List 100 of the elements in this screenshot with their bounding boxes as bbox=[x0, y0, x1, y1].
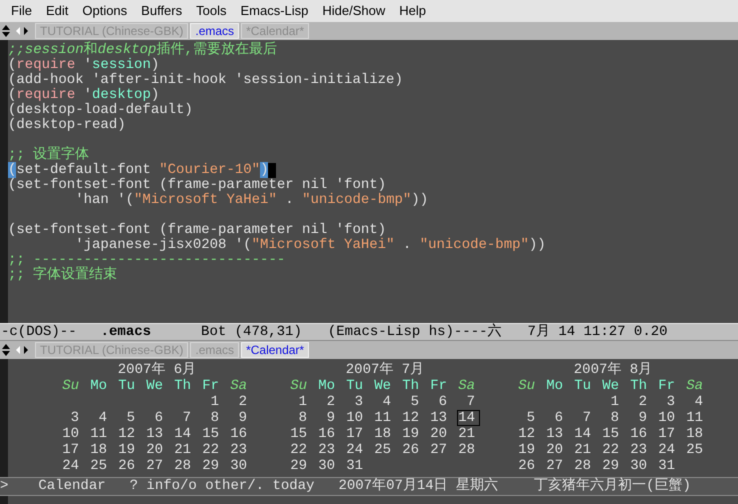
calendar-day[interactable]: 19 bbox=[402, 427, 423, 441]
calendar-day[interactable]: 17 bbox=[658, 427, 679, 441]
calendar-day[interactable]: 28 bbox=[174, 459, 195, 473]
calendar-day[interactable]: 27 bbox=[146, 459, 167, 473]
calendar-day[interactable]: 12 bbox=[118, 427, 139, 441]
calendar-day[interactable]: 2 bbox=[326, 395, 339, 409]
calendar-day[interactable]: 23 bbox=[230, 443, 251, 457]
calendar-day[interactable]: 5 bbox=[410, 395, 423, 409]
calendar-day[interactable]: 4 bbox=[694, 395, 707, 409]
calendar-day[interactable]: 25 bbox=[686, 443, 707, 457]
calendar-day[interactable]: 27 bbox=[430, 443, 451, 457]
calendar-day[interactable]: 11 bbox=[90, 427, 111, 441]
calendar-day[interactable]: 19 bbox=[118, 443, 139, 457]
calendar-day[interactable]: 1 bbox=[610, 395, 623, 409]
calendar-day[interactable]: 12 bbox=[402, 411, 423, 425]
calendar-day[interactable]: 21 bbox=[174, 443, 195, 457]
calendar-day[interactable]: 20 bbox=[430, 427, 451, 441]
calendar-day[interactable]: 17 bbox=[62, 443, 83, 457]
calendar-day[interactable]: 17 bbox=[346, 427, 367, 441]
calendar-day[interactable]: 25 bbox=[374, 443, 395, 457]
calendar-day[interactable]: 4 bbox=[382, 395, 395, 409]
calendar-day[interactable]: 3 bbox=[70, 411, 83, 425]
calendar-day[interactable]: 7 bbox=[182, 411, 195, 425]
calendar-day[interactable]: 30 bbox=[630, 459, 651, 473]
calendar-day[interactable]: 25 bbox=[90, 459, 111, 473]
calendar-day[interactable]: 2 bbox=[638, 395, 651, 409]
calendar-day[interactable]: 21 bbox=[458, 427, 479, 441]
calendar-day[interactable]: 3 bbox=[666, 395, 679, 409]
calendar-day[interactable]: 29 bbox=[202, 459, 223, 473]
calendar-day[interactable]: 16 bbox=[630, 427, 651, 441]
calendar-day[interactable]: 13 bbox=[546, 427, 567, 441]
calendar-day[interactable]: 26 bbox=[402, 443, 423, 457]
calendar-day[interactable]: 10 bbox=[346, 411, 367, 425]
menu-item[interactable]: Emacs-Lisp bbox=[233, 1, 316, 21]
calendar-day[interactable]: 18 bbox=[686, 427, 707, 441]
calendar-day[interactable]: 20 bbox=[546, 443, 567, 457]
calendar-day[interactable]: 8 bbox=[298, 411, 311, 425]
calendar-day[interactable]: 22 bbox=[290, 443, 311, 457]
calendar-day[interactable]: 13 bbox=[146, 427, 167, 441]
menu-item[interactable]: File bbox=[4, 1, 39, 21]
calendar-day[interactable]: 29 bbox=[602, 459, 623, 473]
calendar-day[interactable]: 9 bbox=[326, 411, 339, 425]
calendar-day[interactable]: 23 bbox=[318, 443, 339, 457]
calendar-day[interactable]: 11 bbox=[374, 411, 395, 425]
calendar-day[interactable]: 26 bbox=[118, 459, 139, 473]
menu-item[interactable]: Tools bbox=[189, 1, 234, 21]
calendar-day[interactable]: 2 bbox=[238, 395, 251, 409]
calendar-day[interactable]: 14 bbox=[458, 411, 479, 425]
calendar-day[interactable]: 31 bbox=[346, 459, 367, 473]
menu-item[interactable]: Edit bbox=[38, 1, 76, 21]
buffer-tab[interactable]: .emacs bbox=[190, 23, 240, 39]
calendar-day[interactable]: 26 bbox=[518, 459, 539, 473]
calendar-day[interactable]: 5 bbox=[526, 411, 539, 425]
calendar-day[interactable]: 29 bbox=[290, 459, 311, 473]
calendar-day[interactable]: 8 bbox=[610, 411, 623, 425]
calendar-day[interactable]: 8 bbox=[210, 411, 223, 425]
calendar-day[interactable]: 7 bbox=[582, 411, 595, 425]
calendar-day[interactable]: 20 bbox=[146, 443, 167, 457]
calendar-day[interactable]: 13 bbox=[430, 411, 451, 425]
calendar-day[interactable]: 18 bbox=[374, 427, 395, 441]
calendar-day[interactable]: 15 bbox=[202, 427, 223, 441]
calendar-day[interactable]: 19 bbox=[518, 443, 539, 457]
calendar-day[interactable]: 22 bbox=[602, 443, 623, 457]
calendar-day[interactable]: 9 bbox=[238, 411, 251, 425]
calendar-day[interactable]: 9 bbox=[638, 411, 651, 425]
calendar-day[interactable]: 6 bbox=[438, 395, 451, 409]
calendar-day[interactable]: 1 bbox=[210, 395, 223, 409]
calendar-day[interactable]: 24 bbox=[658, 443, 679, 457]
calendar-day[interactable]: 10 bbox=[658, 411, 679, 425]
calendar-day[interactable]: 5 bbox=[126, 411, 139, 425]
calendar-day[interactable]: 30 bbox=[318, 459, 339, 473]
menu-item[interactable]: Help bbox=[392, 1, 434, 21]
calendar-day[interactable]: 7 bbox=[466, 395, 479, 409]
calendar-day[interactable]: 28 bbox=[574, 459, 595, 473]
menu-item[interactable]: Buffers bbox=[134, 1, 190, 21]
calendar-day[interactable]: 21 bbox=[574, 443, 595, 457]
calendar-day[interactable]: 14 bbox=[574, 427, 595, 441]
calendar-day[interactable]: 30 bbox=[230, 459, 251, 473]
menu-item[interactable]: Hide/Show bbox=[315, 1, 392, 21]
calendar-day[interactable]: 14 bbox=[174, 427, 195, 441]
calendar-day[interactable]: 22 bbox=[202, 443, 223, 457]
calendar-day[interactable]: 28 bbox=[458, 443, 479, 457]
calendar-day[interactable]: 16 bbox=[230, 427, 251, 441]
calendar-day[interactable]: 4 bbox=[98, 411, 111, 425]
calendar-day[interactable]: 11 bbox=[686, 411, 707, 425]
calendar-day[interactable]: 12 bbox=[518, 427, 539, 441]
calendar-day[interactable]: 10 bbox=[62, 427, 83, 441]
calendar-day[interactable]: 23 bbox=[630, 443, 651, 457]
menu-item[interactable]: Options bbox=[75, 1, 134, 21]
calendar-day[interactable]: 24 bbox=[346, 443, 367, 457]
calendar-day[interactable]: 15 bbox=[602, 427, 623, 441]
calendar-day[interactable]: 16 bbox=[318, 427, 339, 441]
calendar-day[interactable]: 6 bbox=[554, 411, 567, 425]
buffer-tab[interactable]: *Calendar* bbox=[241, 342, 310, 358]
calendar-day[interactable]: 15 bbox=[290, 427, 311, 441]
calendar-day[interactable]: 31 bbox=[658, 459, 679, 473]
calendar-day[interactable]: 18 bbox=[90, 443, 111, 457]
calendar-day[interactable]: 3 bbox=[354, 395, 367, 409]
calendar-day[interactable]: 27 bbox=[546, 459, 567, 473]
calendar-day[interactable]: 6 bbox=[154, 411, 167, 425]
